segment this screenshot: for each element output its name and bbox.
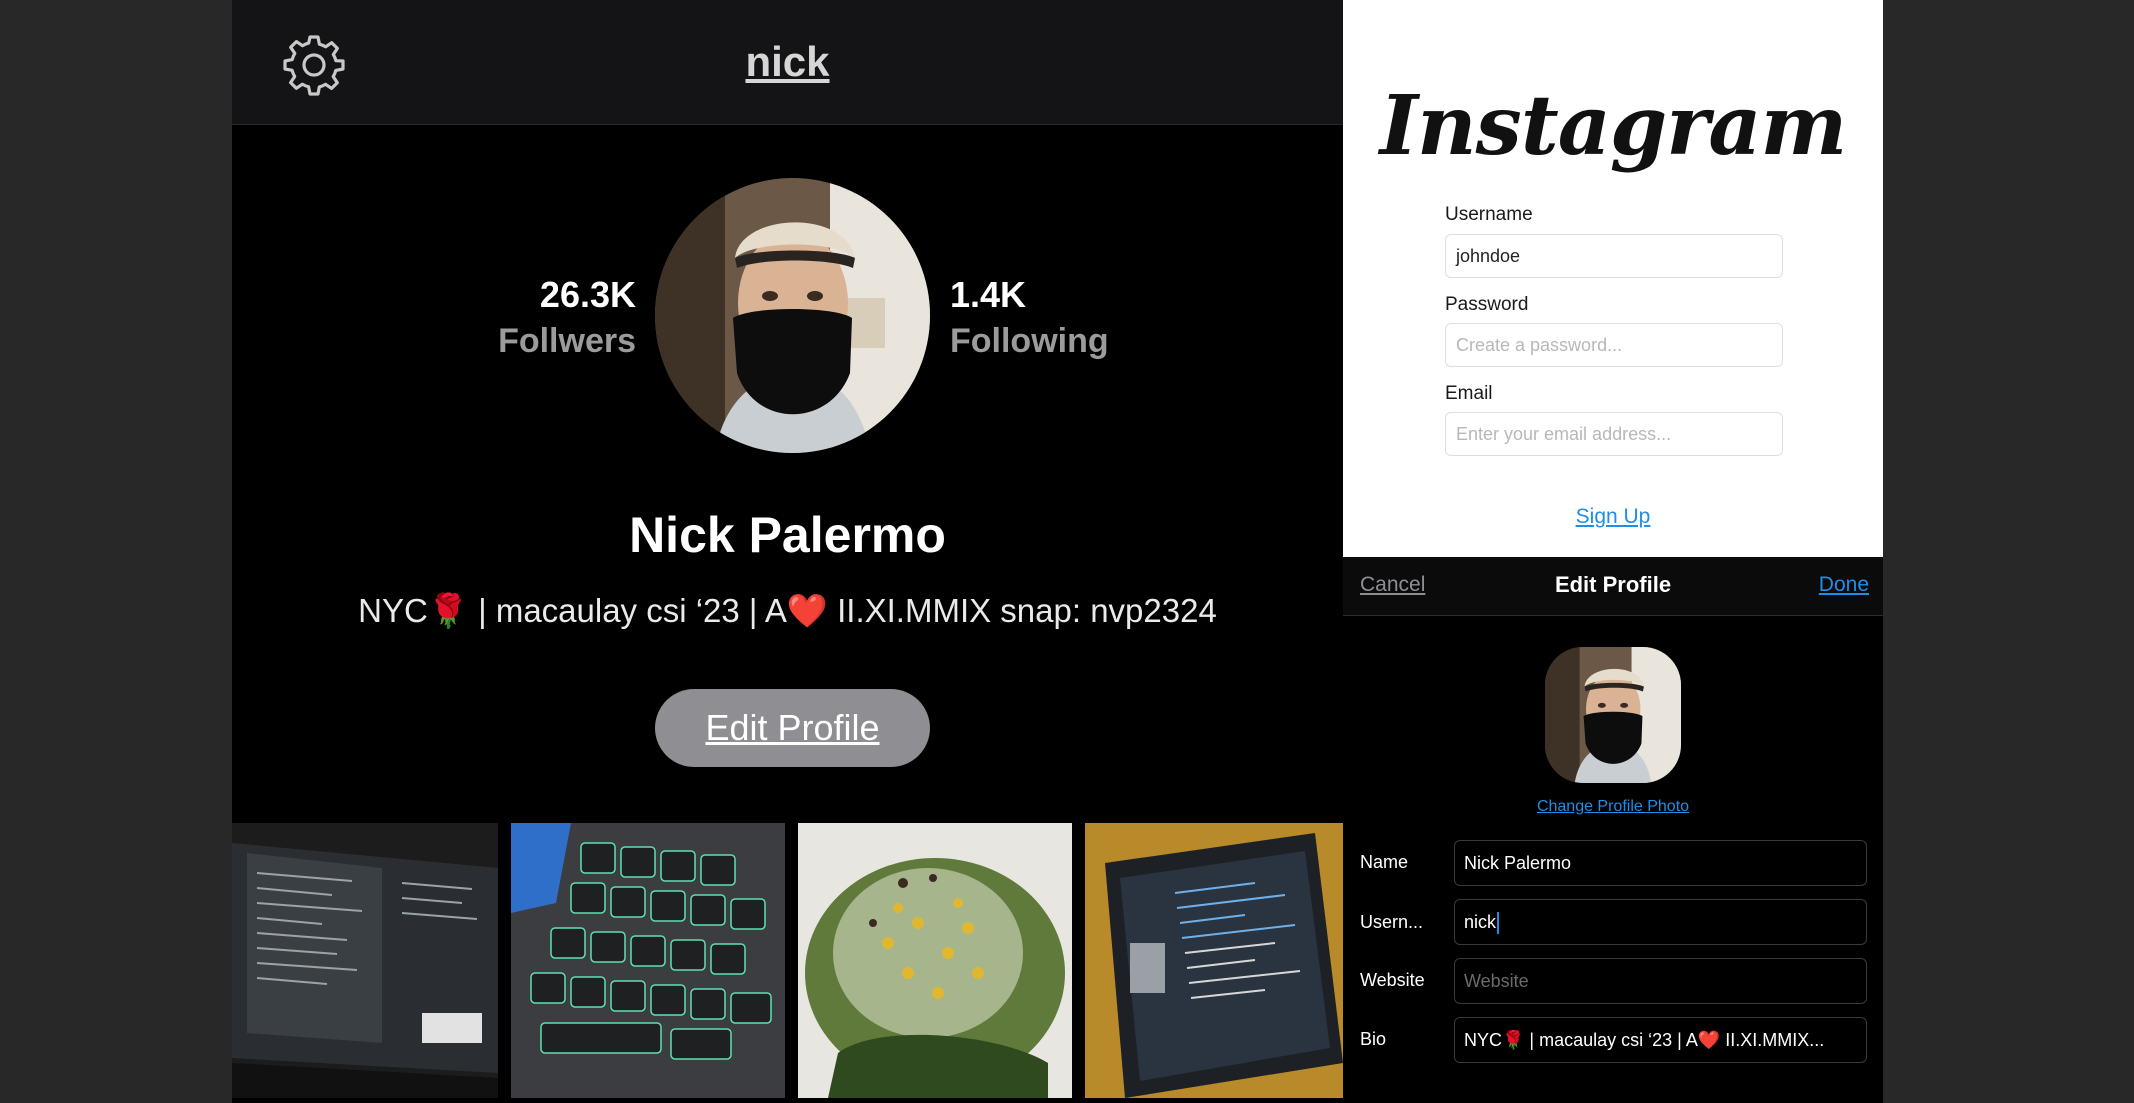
grid-tile-laptop-code[interactable] [232,823,498,1098]
edit-avatar[interactable] [1545,647,1681,783]
text-caret [1497,912,1500,935]
password-field[interactable]: Create a password... [1445,323,1783,367]
followers-label: Follwers [498,322,636,360]
username-row-field[interactable]: nick [1454,899,1867,945]
nav-username[interactable]: nick [232,38,1343,86]
username-label: Username [1445,204,1533,225]
website-field[interactable]: Website [1454,958,1867,1004]
instagram-logo: Instagram [1379,78,1848,174]
signup-screen: Instagram Username johndoe Password Crea… [1343,0,1883,557]
edit-avatar-photo [1545,647,1681,783]
bio-label: Bio [1360,1029,1387,1049]
profile-full-name: Nick Palermo [629,507,946,563]
following-label: Following [950,322,1109,360]
username-field[interactable]: johndoe [1445,234,1783,278]
profile-bio: NYC🌹 | macaulay csi ‘23 | A❤️ II.XI.MMIX… [358,592,1217,629]
following-count: 1.4K [950,274,1027,315]
edit-profile-nav-bar: Cancel Edit Profile Done [1343,557,1883,616]
email-label: Email [1445,383,1493,404]
edit-profile-button[interactable]: Edit Profile [655,689,930,767]
bio-field[interactable]: NYC🌹 | macaulay csi ‘23 | A❤️ II.XI.MMIX… [1454,1017,1867,1063]
email-field[interactable]: Enter your email address... [1445,412,1783,456]
edit-profile-title: Edit Profile [1554,572,1672,597]
profile-top-bar: nick [232,0,1343,125]
name-field[interactable]: Nick Palermo [1454,840,1867,886]
username-row-value: nick [1464,912,1497,932]
edit-profile-sheet: Cancel Edit Profile Done Change Profile … [1343,557,1883,1103]
following-stat[interactable]: 1.4K Following [950,274,1109,361]
profile-screen: nick 26.3K Follwers 1.4K Following Nick … [232,0,1343,1103]
website-label: Website [1360,970,1425,990]
grid-tile-salad[interactable] [798,823,1072,1098]
avatar-photo [655,178,930,453]
followers-count: 26.3K [539,274,636,315]
avatar [655,178,930,453]
change-profile-photo-link[interactable]: Change Profile Photo [1343,798,1883,816]
followers-stat[interactable]: 26.3K Follwers [498,274,636,361]
name-label: Name [1360,852,1409,872]
password-label: Password [1445,294,1529,315]
post-grid [232,823,1343,1103]
grid-tile-keyboard[interactable] [511,823,785,1098]
username-row-label: Usern... [1360,912,1424,932]
done-button[interactable]: Done [1819,573,1869,597]
sign-up-link[interactable]: Sign Up [1343,505,1883,529]
grid-tile-laptop-editor[interactable] [1085,823,1343,1098]
